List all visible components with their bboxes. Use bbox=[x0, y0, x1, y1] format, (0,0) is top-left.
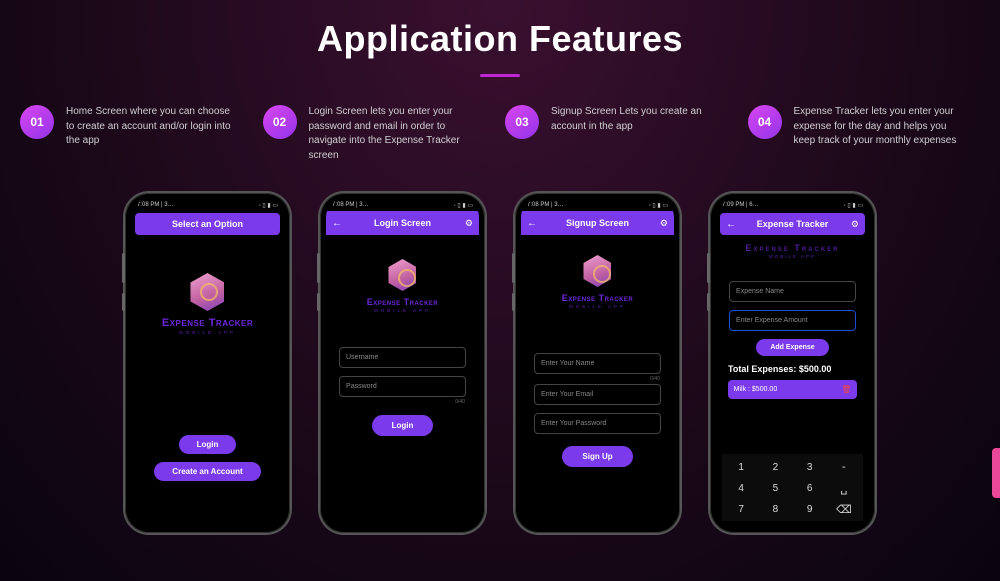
signup-header-title: Signup Screen bbox=[566, 218, 629, 228]
key-space[interactable]: ␣ bbox=[828, 479, 860, 497]
status-bar-2: 7:08 PM | 3… ◦ ▯ ▮ ▭ bbox=[326, 199, 479, 211]
feature-1: 01 Home Screen where you can choose to c… bbox=[20, 105, 253, 163]
logo-title: Expense Tracker bbox=[745, 243, 839, 253]
login-button[interactable]: Login bbox=[179, 435, 237, 454]
signup-button[interactable]: Sign Up bbox=[562, 446, 632, 467]
feature-1-text: Home Screen where you can choose to crea… bbox=[66, 105, 236, 149]
logo-subtitle: MOBILE APP bbox=[769, 254, 816, 259]
back-icon[interactable]: ← bbox=[332, 218, 342, 229]
tracker-header: ← Expense Tracker ⚙ bbox=[720, 213, 865, 235]
total-expenses: Total Expenses: $500.00 bbox=[728, 364, 831, 374]
email-field[interactable]: Enter Your Email bbox=[534, 384, 661, 405]
side-tab[interactable] bbox=[992, 448, 1000, 498]
status-bar-4: 7:09 PM | 6… ◦ ▯ ▮ ▭ bbox=[716, 199, 869, 211]
signup-header: ← Signup Screen ⚙ bbox=[521, 211, 674, 235]
badge-01: 01 bbox=[20, 105, 54, 139]
key-9[interactable]: 9 bbox=[794, 500, 826, 518]
logo-title: Expense Tracker bbox=[367, 297, 439, 307]
trash-icon[interactable]: 🗑 bbox=[841, 385, 851, 394]
expense-amount-field[interactable]: Enter Expense Amount bbox=[729, 310, 856, 331]
expense-name-field[interactable]: Expense Name bbox=[729, 281, 856, 302]
gear-icon[interactable]: ⚙ bbox=[851, 219, 859, 230]
badge-04: 04 bbox=[748, 105, 782, 139]
feature-3-text: Signup Screen Lets you create an account… bbox=[551, 105, 721, 134]
status-icons: ◦ ▯ ▮ ▭ bbox=[649, 202, 668, 209]
phone-home: 7:08 PM | 3… ◦ ▯ ▮ ▭ Select an Option Ex… bbox=[125, 193, 290, 533]
back-icon[interactable]: ← bbox=[527, 218, 537, 229]
status-time: 7:08 PM | 3… bbox=[137, 202, 174, 208]
key-2[interactable]: 2 bbox=[760, 458, 792, 476]
phone-tracker: 7:09 PM | 6… ◦ ▯ ▮ ▭ ← Expense Tracker ⚙… bbox=[710, 193, 875, 533]
key-7[interactable]: 7 bbox=[725, 500, 757, 518]
key-6[interactable]: 6 bbox=[794, 479, 826, 497]
phone-signup: 7:08 PM | 3… ◦ ▯ ▮ ▭ ← Signup Screen ⚙ E… bbox=[515, 193, 680, 533]
key-4[interactable]: 4 bbox=[725, 479, 757, 497]
add-expense-button[interactable]: Add Expense bbox=[756, 339, 828, 356]
key-8[interactable]: 8 bbox=[760, 500, 792, 518]
logo-subtitle: MOBILE APP bbox=[179, 330, 236, 335]
key-1[interactable]: 1 bbox=[725, 458, 757, 476]
logo-block: Expense Tracker MOBILE APP bbox=[367, 259, 439, 313]
status-time: 7:09 PM | 6… bbox=[722, 202, 759, 208]
badge-03: 03 bbox=[505, 105, 539, 139]
home-header: Select an Option bbox=[135, 213, 280, 235]
status-time: 7:08 PM | 3… bbox=[332, 202, 369, 208]
username-field[interactable]: Username bbox=[339, 347, 466, 368]
logo-subtitle: MOBILE APP bbox=[374, 308, 431, 313]
login-submit-button[interactable]: Login bbox=[372, 415, 434, 436]
page-title: Application Features bbox=[0, 18, 1000, 60]
logo-block: Expense Tracker MOBILE APP bbox=[745, 237, 839, 259]
name-counter: 0/40 bbox=[650, 376, 660, 382]
logo-title: Expense Tracker bbox=[562, 293, 634, 303]
logo-icon bbox=[583, 255, 611, 287]
status-icons: ◦ ▯ ▮ ▭ bbox=[844, 202, 863, 209]
char-counter: 0/40 bbox=[455, 399, 465, 405]
key-3[interactable]: 3 bbox=[794, 458, 826, 476]
password-field[interactable]: Password bbox=[339, 376, 466, 397]
back-icon[interactable]: ← bbox=[726, 219, 736, 230]
name-field[interactable]: Enter Your Name bbox=[534, 353, 661, 374]
feature-3: 03 Signup Screen Lets you create an acco… bbox=[505, 105, 738, 163]
phones-row: 7:08 PM | 3… ◦ ▯ ▮ ▭ Select an Option Ex… bbox=[0, 193, 1000, 533]
feature-4-text: Expense Tracker lets you enter your expe… bbox=[794, 105, 964, 149]
logo-block: Expense Tracker MOBILE APP bbox=[562, 255, 634, 309]
key-5[interactable]: 5 bbox=[760, 479, 792, 497]
tracker-header-title: Expense Tracker bbox=[757, 219, 829, 229]
status-icons: ◦ ▯ ▮ ▭ bbox=[454, 202, 473, 209]
logo-icon bbox=[388, 259, 416, 291]
home-header-title: Select an Option bbox=[172, 219, 243, 229]
key-minus[interactable]: - bbox=[828, 458, 860, 476]
status-icons: ◦ ▯ ▮ ▭ bbox=[259, 202, 278, 209]
feature-2-text: Login Screen lets you enter your passwor… bbox=[309, 105, 479, 163]
login-header: ← Login Screen ⚙ bbox=[326, 211, 479, 235]
expense-item[interactable]: Milk : $500.00 🗑 bbox=[728, 380, 858, 399]
gear-icon[interactable]: ⚙ bbox=[660, 218, 668, 229]
status-bar-3: 7:08 PM | 3… ◦ ▯ ▮ ▭ bbox=[521, 199, 674, 211]
badge-02: 02 bbox=[263, 105, 297, 139]
password-field[interactable]: Enter Your Password bbox=[534, 413, 661, 434]
gear-icon[interactable]: ⚙ bbox=[465, 218, 473, 229]
key-backspace[interactable]: ⌫ bbox=[828, 500, 860, 518]
status-bar-1: 7:08 PM | 3… ◦ ▯ ▮ ▭ bbox=[131, 199, 284, 211]
feature-4: 04 Expense Tracker lets you enter your e… bbox=[748, 105, 981, 163]
logo-block: Expense Tracker MOBILE APP bbox=[162, 273, 253, 335]
feature-2: 02 Login Screen lets you enter your pass… bbox=[263, 105, 496, 163]
logo-icon bbox=[190, 273, 224, 311]
status-time: 7:08 PM | 3… bbox=[527, 202, 564, 208]
expense-item-label: Milk : $500.00 bbox=[734, 386, 778, 393]
login-header-title: Login Screen bbox=[374, 218, 431, 228]
features-row: 01 Home Screen where you can choose to c… bbox=[0, 77, 1000, 163]
logo-title: Expense Tracker bbox=[162, 317, 253, 329]
numeric-keypad: 1 2 3 - 4 5 6 ␣ 7 8 9 ⌫ bbox=[722, 454, 863, 521]
logo-subtitle: MOBILE APP bbox=[569, 304, 626, 309]
phone-login: 7:08 PM | 3… ◦ ▯ ▮ ▭ ← Login Screen ⚙ Ex… bbox=[320, 193, 485, 533]
create-account-button[interactable]: Create an Account bbox=[154, 462, 260, 481]
